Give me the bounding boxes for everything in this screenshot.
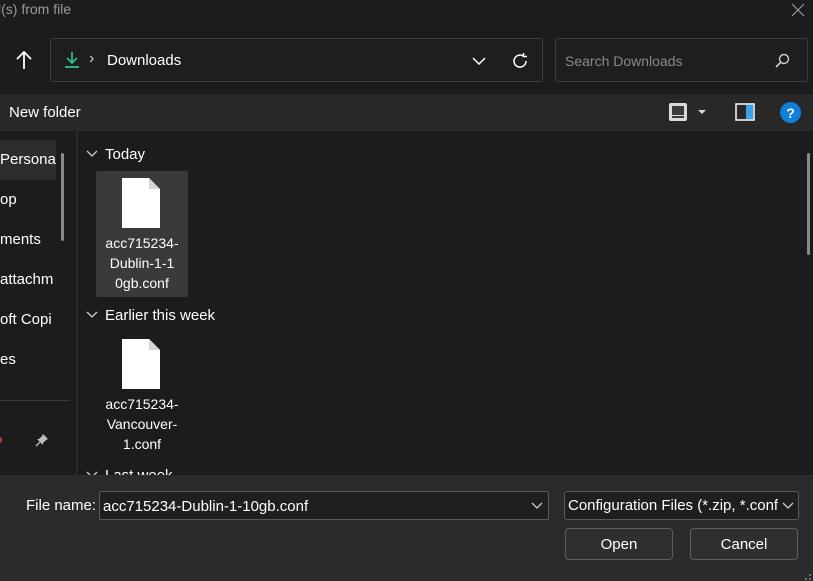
command-bar: New folder ? — [0, 94, 813, 131]
nav-item-personal[interactable]: Persona — [0, 140, 56, 180]
dialog-footer: File name: Configuration Files (*.zip, *… — [0, 475, 813, 581]
nav-item-icon — [0, 437, 2, 443]
chevron-down-icon — [86, 311, 98, 318]
group-label: Last week — [105, 466, 173, 476]
file-list: Today acc715234- Dublin-1-1 0gb.conf Ear… — [78, 131, 813, 475]
nav-item-microsoft-copilot[interactable]: oft Copi — [0, 300, 56, 340]
nav-item-label: attachm — [0, 271, 54, 288]
file-name-dropdown[interactable] — [528, 497, 546, 515]
chevron-down-icon — [86, 150, 98, 157]
nav-item-label: ments — [0, 231, 41, 248]
file-item[interactable]: acc715234- Vancouver- 1.conf — [96, 332, 188, 458]
search-box[interactable] — [555, 38, 808, 82]
file-name: acc715234- Dublin-1-1 0gb.conf — [105, 235, 179, 291]
file-name: acc715234- Vancouver- 1.conf — [105, 396, 179, 452]
group-label: Earlier this week — [105, 306, 216, 324]
close-icon — [791, 3, 805, 17]
file-type-filter[interactable]: Configuration Files (*.zip, *.conf — [564, 491, 799, 520]
change-view-button[interactable] — [666, 101, 712, 123]
file-icon — [122, 178, 160, 228]
title-bar: l(s) from file — [0, 0, 813, 22]
nav-item-desktop[interactable]: op — [0, 180, 56, 220]
group-header-today[interactable]: Today — [86, 144, 145, 164]
file-name-input[interactable] — [103, 497, 523, 515]
up-button[interactable] — [8, 46, 40, 74]
refresh-button[interactable] — [509, 50, 531, 72]
nav-item-documents[interactable]: ments — [0, 220, 56, 260]
file-item[interactable]: acc715234- Dublin-1-1 0gb.conf — [96, 171, 188, 297]
address-bar[interactable]: › Downloads — [50, 38, 543, 82]
file-name-label: File name: — [26, 497, 97, 514]
open-button[interactable]: Open — [565, 528, 673, 560]
file-name-combobox[interactable] — [99, 491, 549, 520]
navigation-pane: Persona op ments attachm oft Copi es — [0, 131, 76, 475]
close-button[interactable] — [786, 0, 810, 20]
search-icon — [775, 53, 790, 68]
address-row: › Downloads — [0, 22, 813, 94]
chevron-right-icon: › — [89, 50, 95, 67]
search-input[interactable] — [565, 51, 765, 71]
new-folder-button[interactable]: New folder — [9, 104, 81, 121]
group-header-last-week[interactable]: Last week — [86, 465, 173, 475]
nav-item-label: oft Copi — [0, 311, 52, 328]
help-button[interactable]: ? — [780, 102, 801, 123]
nav-item-label: op — [0, 191, 17, 208]
refresh-icon — [513, 53, 527, 68]
nav-item-label: Persona — [0, 151, 56, 168]
pin-icon[interactable] — [35, 433, 49, 447]
chevron-down-icon — [782, 502, 794, 509]
group-header-earlier-this-week[interactable]: Earlier this week — [86, 305, 215, 325]
content-scrollbar[interactable] — [807, 153, 810, 255]
nav-item-attachments[interactable]: attachm — [0, 260, 56, 300]
chevron-down-icon — [472, 57, 486, 65]
caret-down-icon — [698, 110, 706, 114]
chevron-down-icon — [531, 502, 543, 509]
file-icon — [122, 339, 160, 389]
cancel-button[interactable]: Cancel — [690, 528, 798, 560]
breadcrumb-downloads[interactable]: Downloads — [107, 52, 181, 69]
resize-grip-icon[interactable] — [802, 571, 812, 581]
view-icon — [669, 103, 687, 121]
nav-divider — [0, 400, 70, 401]
file-type-filter-value: Configuration Files (*.zip, *.conf — [568, 497, 778, 514]
window-title: l(s) from file — [0, 1, 72, 17]
group-label: Today — [105, 145, 146, 163]
arrow-up-icon — [16, 50, 32, 69]
filter-dropdown — [779, 497, 797, 515]
nav-scrollbar[interactable] — [61, 153, 64, 241]
nav-item-label: es — [0, 351, 16, 368]
nav-item-files[interactable]: es — [0, 340, 56, 380]
preview-pane-icon — [735, 103, 755, 121]
download-icon — [65, 52, 79, 68]
preview-pane-button[interactable] — [734, 101, 756, 123]
address-history-dropdown[interactable] — [469, 51, 489, 71]
